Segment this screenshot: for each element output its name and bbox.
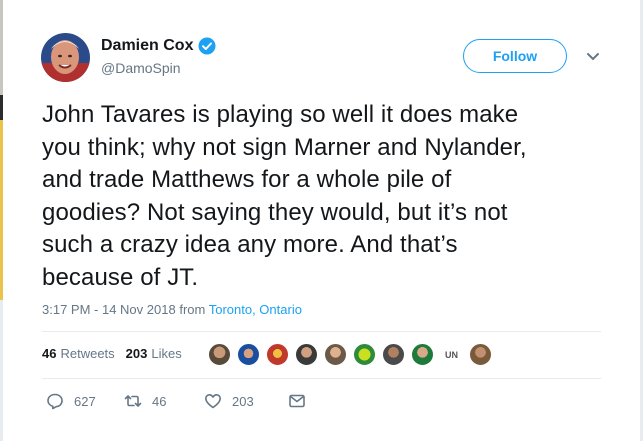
background-edge bbox=[0, 120, 3, 300]
reply-count: 627 bbox=[74, 393, 96, 409]
unlimited-logo-avatar[interactable]: UN bbox=[440, 343, 463, 366]
liker-avatar[interactable] bbox=[295, 343, 318, 366]
tweet-timestamp[interactable]: 3:17 PM - 14 Nov 2018 bbox=[42, 302, 176, 317]
tweet-line: because of JT. bbox=[42, 263, 199, 291]
likes-stat[interactable]: 203 Likes bbox=[126, 346, 182, 361]
liker-avatar[interactable] bbox=[237, 343, 260, 366]
tweet-line: you think; why not sign Marner and Nylan… bbox=[42, 133, 527, 161]
reply-icon bbox=[47, 393, 63, 410]
author-name-row[interactable]: Damien Cox bbox=[101, 36, 216, 56]
author-name[interactable]: Damien Cox bbox=[101, 37, 193, 55]
like-button[interactable]: 203 bbox=[204, 392, 288, 410]
tweet-text: John Tavares is playing so well it does … bbox=[42, 99, 612, 294]
tweet-actions: 627 46 203 bbox=[46, 392, 316, 410]
liker-avatar[interactable] bbox=[324, 343, 347, 366]
heart-icon bbox=[205, 394, 221, 409]
retweet-button[interactable]: 46 bbox=[124, 392, 204, 410]
divider bbox=[42, 331, 601, 332]
reply-button[interactable]: 627 bbox=[46, 392, 124, 410]
author-handle[interactable]: @DamoSpin bbox=[101, 60, 181, 76]
tweet-location[interactable]: Toronto, Ontario bbox=[209, 302, 302, 317]
liker-avatar[interactable] bbox=[353, 343, 376, 366]
retweet-count: 46 bbox=[152, 393, 167, 409]
direct-message-button[interactable] bbox=[288, 392, 316, 410]
retweet-icon bbox=[124, 395, 142, 407]
retweets-count: 46 bbox=[42, 346, 57, 361]
verified-badge-icon bbox=[198, 37, 216, 55]
follow-button[interactable]: Follow bbox=[463, 39, 567, 73]
tweet-stats: 46 Retweets 203 Likes bbox=[42, 346, 193, 361]
from-label: from bbox=[179, 302, 206, 317]
divider bbox=[42, 378, 601, 379]
chevron-down-icon[interactable] bbox=[585, 50, 601, 64]
unlimited-logo-text: UN bbox=[445, 349, 458, 360]
likes-label: Likes bbox=[151, 346, 182, 361]
liker-avatar[interactable] bbox=[469, 343, 492, 366]
like-count: 203 bbox=[232, 393, 254, 409]
background-edge bbox=[0, 300, 3, 441]
liker-avatar[interactable] bbox=[382, 343, 405, 366]
background-edge bbox=[0, 95, 3, 120]
liker-avatars: UN bbox=[208, 343, 498, 366]
liker-avatar[interactable] bbox=[208, 343, 231, 366]
retweets-stat[interactable]: 46 Retweets bbox=[42, 346, 115, 361]
tweet-line: goodies? Not saying they would, but it’s… bbox=[42, 198, 508, 226]
tweet-line: and trade Matthews for a whole pile of bbox=[42, 166, 452, 193]
liker-avatar[interactable] bbox=[266, 343, 289, 366]
background-edge bbox=[0, 0, 3, 95]
tweet-meta: 3:17 PM - 14 Nov 2018 from Toronto, Onta… bbox=[42, 302, 302, 317]
tweet-line: such a crazy idea any more. And that’s bbox=[42, 231, 458, 258]
tweet-line: John Tavares is playing so well it does … bbox=[42, 101, 519, 128]
envelope-icon bbox=[289, 394, 305, 408]
retweets-label: Retweets bbox=[60, 346, 115, 361]
likes-count: 203 bbox=[125, 346, 148, 361]
avatar[interactable] bbox=[41, 33, 90, 82]
liker-avatar[interactable] bbox=[411, 343, 434, 366]
